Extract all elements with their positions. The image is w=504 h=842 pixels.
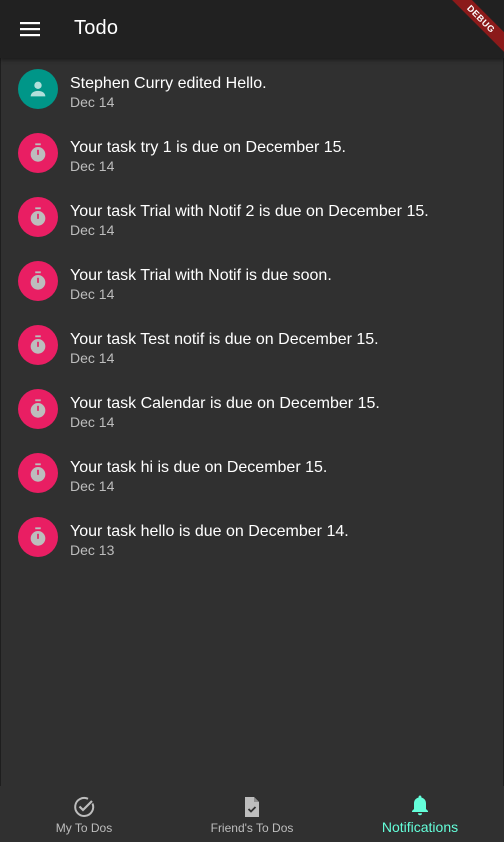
list-item-date: Dec 13 (70, 542, 115, 558)
check-circle-icon (74, 797, 95, 817)
list-item[interactable]: Your task Trial with Notif is due soon. … (0, 250, 504, 314)
list-item[interactable]: Your task Test notif is due on December … (0, 314, 504, 378)
nav-label: Friend's To Dos (210, 821, 294, 835)
list-item-title: Your task Calendar is due on December 15… (70, 395, 380, 412)
avatar (18, 517, 58, 557)
app-bar: Todo DEBUG (0, 0, 504, 58)
list-item[interactable]: Your task Trial with Notif 2 is due on D… (0, 186, 504, 250)
timer-icon (30, 335, 46, 354)
list-item-title: Your task try 1 is due on December 15. (70, 139, 346, 156)
list-item-date: Dec 14 (70, 94, 115, 110)
timer-icon (30, 399, 46, 418)
notification-list: Stephen Curry edited Hello. Dec 14 Your … (0, 58, 504, 570)
nav-label: Notifications (381, 819, 459, 835)
list-item[interactable]: Your task hello is due on December 14. D… (0, 506, 504, 570)
list-item[interactable]: Your task Calendar is due on December 15… (0, 378, 504, 442)
avatar (18, 453, 58, 493)
person-icon (30, 81, 46, 97)
nav-label: My To Dos (55, 821, 113, 835)
nav-my-todos[interactable]: My To Dos (0, 786, 168, 842)
nav-friends-todos[interactable]: Friend's To Dos (168, 786, 336, 842)
timer-icon (30, 463, 46, 482)
list-item-title: Your task Trial with Notif 2 is due on D… (70, 203, 429, 220)
avatar (18, 133, 58, 173)
list-item-date: Dec 14 (70, 478, 115, 494)
bell-icon (412, 795, 428, 816)
list-item-title: Your task Test notif is due on December … (70, 331, 379, 348)
list-item[interactable]: Stephen Curry edited Hello. Dec 14 (0, 58, 504, 122)
bottom-navigation: My To Dos Friend's To Dos Notifications (0, 786, 504, 842)
timer-icon (30, 527, 46, 546)
nav-notifications[interactable]: Notifications (336, 786, 504, 842)
menu-icon (20, 22, 40, 37)
timer-icon (30, 207, 46, 226)
list-item-date: Dec 14 (70, 414, 115, 430)
list-item-date: Dec 14 (70, 286, 115, 302)
debug-banner-label: DEBUG (444, 0, 504, 56)
list-item-title: Your task hi is due on December 15. (70, 459, 328, 476)
avatar (18, 197, 58, 237)
list-item[interactable]: Your task hi is due on December 15. Dec … (0, 442, 504, 506)
list-item-date: Dec 14 (70, 222, 115, 238)
avatar (18, 261, 58, 301)
list-item[interactable]: Your task try 1 is due on December 15. D… (0, 122, 504, 186)
avatar (18, 325, 58, 365)
avatar (18, 389, 58, 429)
timer-icon (30, 271, 46, 290)
page-title: Todo (74, 17, 119, 39)
list-item-title: Your task Trial with Notif is due soon. (70, 267, 332, 284)
avatar (18, 69, 58, 109)
list-item-title: Stephen Curry edited Hello. (70, 75, 267, 92)
list-item-date: Dec 14 (70, 350, 115, 366)
document-check-icon (245, 797, 259, 817)
timer-icon (30, 143, 46, 162)
menu-button[interactable] (12, 11, 48, 47)
list-item-date: Dec 14 (70, 158, 115, 174)
debug-banner: DEBUG (444, 0, 504, 60)
list-item-title: Your task hello is due on December 14. (70, 523, 349, 540)
